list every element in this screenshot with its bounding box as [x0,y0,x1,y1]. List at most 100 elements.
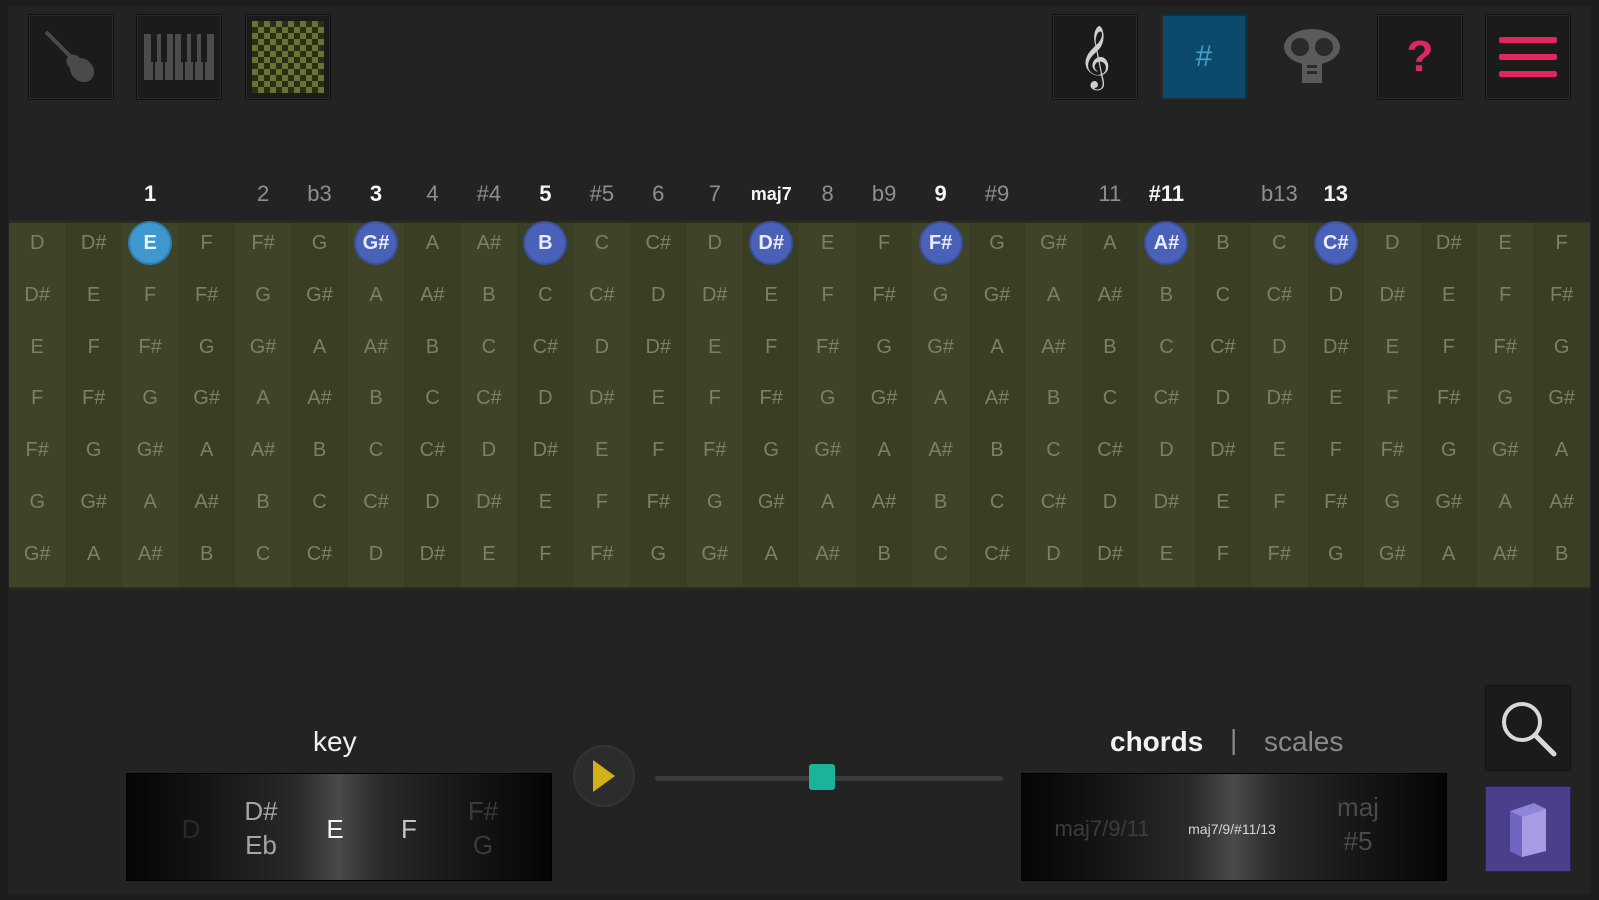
fret-note[interactable]: A# [864,482,904,522]
fret-note[interactable]: A [977,327,1017,367]
fret-note[interactable]: G# [1372,534,1412,574]
fret-note[interactable]: D [525,378,565,418]
fret-note[interactable]: E [17,327,57,367]
chord-picker[interactable]: maj7/9/11 maj7/9/#11/13 maj #5 [1021,773,1447,881]
fret-note[interactable]: F# [1259,534,1299,574]
fret-note[interactable]: E [638,378,678,418]
fret-note[interactable]: G [1316,534,1356,574]
fret-note[interactable]: B [300,430,340,470]
fret-note[interactable]: D# [74,223,114,263]
fret-note[interactable]: B [469,275,509,315]
fret-note[interactable]: G [695,482,735,522]
ukulele-button[interactable] [1269,14,1355,100]
fret-note[interactable]: G [638,534,678,574]
fret-note[interactable]: C [525,275,565,315]
fret-note[interactable]: F [187,223,227,263]
fret-note[interactable]: E [1259,430,1299,470]
fret-note[interactable]: C [977,482,1017,522]
fret-note[interactable]: A# [187,482,227,522]
fret-note[interactable]: D [1203,378,1243,418]
fret-note[interactable]: A# [412,275,452,315]
fret-note[interactable]: C# [1146,378,1186,418]
fret-note[interactable]: D [1146,430,1186,470]
fret-note[interactable]: D# [1316,327,1356,367]
fret-note[interactable]: A# [243,430,283,470]
fret-note[interactable]: D [638,275,678,315]
fret-note[interactable]: A [243,378,283,418]
fret-note[interactable]: E [1485,223,1525,263]
fret-note[interactable]: F [1372,378,1412,418]
fret-note[interactable]: A# [808,534,848,574]
fret-note[interactable]: A [356,275,396,315]
book-button[interactable] [1485,786,1571,872]
fret-note[interactable]: E [582,430,622,470]
fret-note[interactable]: F# [1542,275,1582,315]
fret-note[interactable]: F# [1372,430,1412,470]
fret-note[interactable]: B [977,430,1017,470]
fret-note[interactable]: G# [17,534,57,574]
fret-note[interactable]: D [17,223,57,263]
fret-note[interactable]: C# [356,482,396,522]
fret-note[interactable]: D# [1372,275,1412,315]
fret-note[interactable]: F# [1485,327,1525,367]
fret-note[interactable]: D# [412,534,452,574]
fret-note[interactable]: G [1429,430,1469,470]
menu-button[interactable] [1485,14,1571,100]
fret-note[interactable]: C [1090,378,1130,418]
fret-note[interactable]: A [864,430,904,470]
tab-chords[interactable]: chords [1110,726,1203,758]
fret-note[interactable]: G# [243,327,283,367]
fret-note[interactable]: E [1316,378,1356,418]
fret-note[interactable]: D [695,223,735,263]
fret-note[interactable]: C [921,534,961,574]
fret-note[interactable]: F [525,534,565,574]
fret-note[interactable]: C# [582,275,622,315]
fret-note[interactable]: A# [1090,275,1130,315]
fret-note[interactable]: C# [977,534,1017,574]
fret-note[interactable]: D [582,327,622,367]
fret-note[interactable]: G# [300,275,340,315]
fret-note[interactable]: A# [130,534,170,574]
fret-note[interactable]: G [921,275,961,315]
fret-note[interactable]: G# [695,534,735,574]
fret-note[interactable]: F [864,223,904,263]
key-option[interactable]: F [379,812,439,846]
fret-note[interactable]: G [74,430,114,470]
fret-note[interactable]: G# [1485,430,1525,470]
fret-note[interactable]: D# [1429,223,1469,263]
fret-note[interactable]: D [1316,275,1356,315]
fret-note[interactable]: F# [17,430,57,470]
fret-note[interactable]: G# [864,378,904,418]
fret-note[interactable]: E [130,223,171,263]
clef-button[interactable]: 𝄞 [1052,14,1138,100]
fret-note[interactable]: E [695,327,735,367]
fret-note[interactable]: A [412,223,452,263]
fret-note[interactable]: B [1203,223,1243,263]
fret-note[interactable]: D [1090,482,1130,522]
fret-note[interactable]: F# [808,327,848,367]
fret-note[interactable]: B [1090,327,1130,367]
fret-note[interactable]: B [864,534,904,574]
fret-note[interactable]: C# [525,327,565,367]
fret-note[interactable]: D# [469,482,509,522]
sharp-button[interactable]: # [1161,14,1247,100]
key-picker[interactable]: D D# Eb E F F# G [126,773,552,881]
fret-note[interactable]: D# [638,327,678,367]
fret-note[interactable]: B [243,482,283,522]
fret-note[interactable]: C# [469,378,509,418]
fret-note[interactable]: F [17,378,57,418]
fret-note[interactable]: A [751,534,791,574]
fret-note[interactable]: E [1429,275,1469,315]
fret-note[interactable]: F [1485,275,1525,315]
fret-note[interactable]: F [1203,534,1243,574]
fret-note[interactable]: A# [921,430,961,470]
fret-note[interactable]: A# [469,223,509,263]
fret-note[interactable]: F [1429,327,1469,367]
fret-note[interactable]: G [130,378,170,418]
fret-note[interactable]: D [1259,327,1299,367]
key-option[interactable]: D [161,812,221,846]
fret-note[interactable]: C# [300,534,340,574]
fret-note[interactable]: D# [695,275,735,315]
fret-note[interactable]: A [921,378,961,418]
fret-note[interactable]: C [412,378,452,418]
